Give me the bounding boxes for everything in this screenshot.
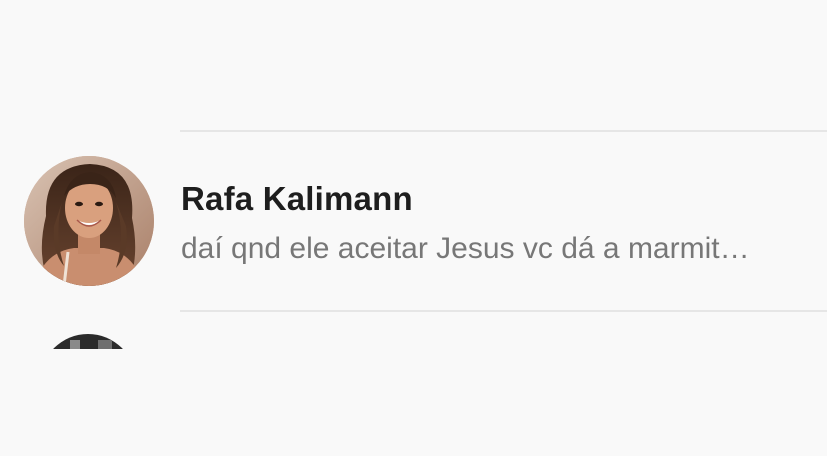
list-divider (180, 310, 827, 312)
contact-avatar[interactable] (24, 156, 154, 286)
next-contact-avatar[interactable] (40, 334, 136, 350)
content-area (0, 349, 827, 456)
conversation-row[interactable]: Rafa Kalimann daí qnd ele aceitar Jesus … (0, 132, 827, 310)
contact-name: Rafa Kalimann (181, 180, 413, 217)
avatar-photo-icon (52, 334, 124, 350)
message-preview: daí qnd ele aceitar Jesus vc dá a marmit… (181, 232, 750, 265)
message-list: Rafa Kalimann daí qnd ele aceitar Jesus … (0, 0, 827, 456)
avatar-photo-icon (24, 156, 154, 286)
